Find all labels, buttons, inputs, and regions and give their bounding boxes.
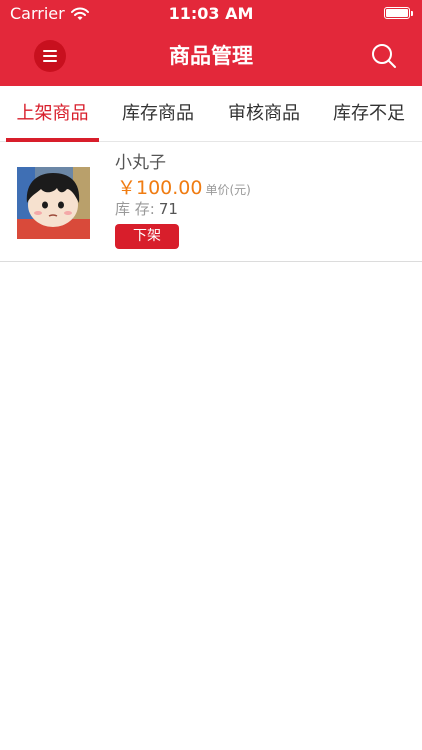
status-bar: Carrier 11:03 AM (0, 0, 422, 28)
product-management-screen: Carrier 11:03 AM 商品管理 上架商品 库存商品 审核商品 库存不… (0, 0, 422, 750)
search-button[interactable] (370, 42, 398, 70)
search-icon (370, 42, 398, 70)
stock-label: 库 存: (115, 200, 155, 218)
delist-button[interactable]: 下架 (115, 224, 179, 249)
price-unit: 单价(元) (205, 183, 251, 197)
clock: 11:03 AM (168, 4, 254, 23)
stock-value: 71 (158, 200, 178, 218)
price-row: ￥100.00 单价(元) (117, 176, 251, 200)
header: Carrier 11:03 AM 商品管理 (0, 0, 422, 86)
tab-listed-products[interactable]: 上架商品 (6, 86, 99, 142)
product-price: ￥100.00 (117, 177, 203, 199)
nav-bar: 商品管理 (0, 28, 422, 86)
stock-row: 库 存: 71 (115, 199, 178, 219)
product-name: 小丸子 (115, 153, 166, 173)
product-list-item[interactable]: 小丸子 ￥100.00 单价(元) 库 存: 71 下架 (0, 142, 422, 262)
product-thumbnail (17, 167, 90, 239)
menu-button[interactable] (34, 40, 66, 72)
tab-review-products[interactable]: 审核商品 (217, 86, 311, 142)
tab-stock-products[interactable]: 库存商品 (111, 86, 205, 142)
tab-low-stock[interactable]: 库存不足 (322, 86, 416, 142)
tab-bar: 上架商品 库存商品 审核商品 库存不足 (0, 86, 422, 142)
battery-icon (384, 7, 414, 21)
